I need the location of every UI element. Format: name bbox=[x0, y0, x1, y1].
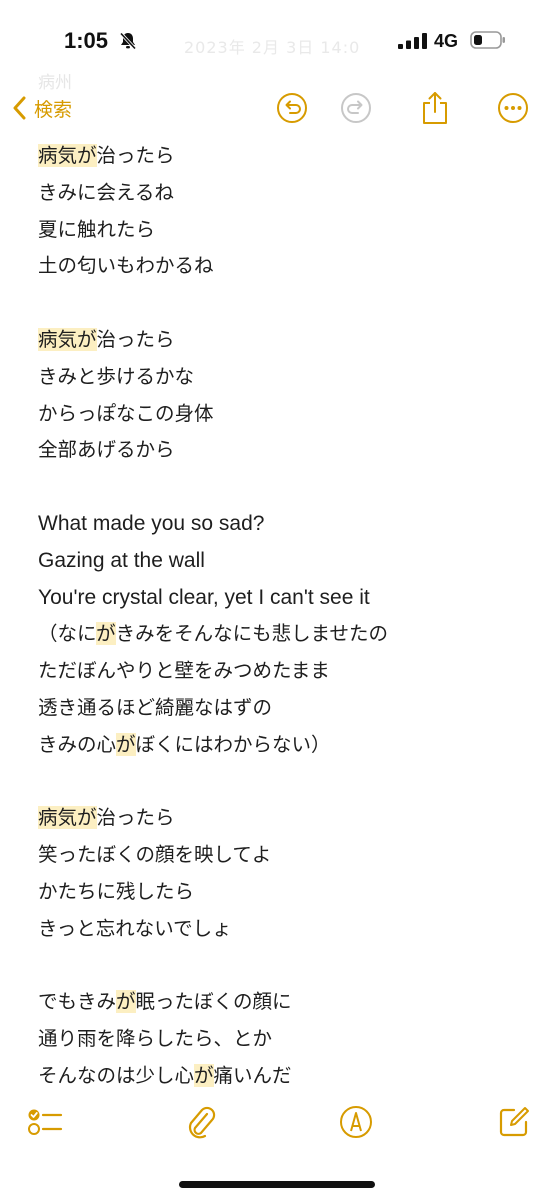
compose-button[interactable] bbox=[494, 1102, 534, 1142]
note-text: からっぽなこの身体 bbox=[38, 401, 214, 425]
note-line: 笑ったぼくの顔を映してよ bbox=[38, 837, 518, 874]
search-highlight: が bbox=[116, 732, 136, 756]
more-icon bbox=[498, 93, 528, 123]
note-line: でもきみが眠ったぼくの顔に bbox=[38, 984, 518, 1021]
back-button[interactable]: 検索 bbox=[12, 92, 72, 124]
share-button[interactable] bbox=[415, 88, 455, 128]
bell-slash-icon bbox=[119, 32, 137, 50]
checklist-button[interactable] bbox=[25, 1102, 65, 1142]
markup-button[interactable] bbox=[336, 1102, 376, 1142]
search-highlight: 病気が bbox=[38, 144, 97, 167]
note-line: 夏に触れたら bbox=[38, 212, 518, 249]
note-blank-line bbox=[38, 469, 518, 506]
note-text: 治ったら bbox=[96, 144, 175, 167]
status-bar: 2023年 2月 3日 14:0 病州 1:05 4G bbox=[0, 0, 554, 93]
note-text: きっと忘れないでしょ bbox=[38, 916, 232, 940]
note-line: きっと忘れないでしょ bbox=[38, 911, 518, 948]
note-line: What made you so sad? bbox=[38, 506, 518, 543]
note-text: ただぼんやりと壁をみつめたまま bbox=[38, 659, 330, 683]
undo-button[interactable] bbox=[272, 88, 312, 128]
note-text: きみと歩けるかな bbox=[38, 364, 195, 388]
paperclip-icon bbox=[188, 1106, 216, 1139]
note-text: 透き通るほど綺麗なはずの bbox=[38, 695, 273, 719]
undo-icon bbox=[277, 93, 307, 123]
search-highlight: が bbox=[194, 1063, 214, 1087]
home-indicator[interactable] bbox=[179, 1181, 375, 1188]
note-text: 通り雨を降らしたら、とか bbox=[38, 1027, 273, 1051]
search-highlight: が bbox=[96, 622, 116, 646]
note-line: からっぽなこの身体 bbox=[38, 396, 518, 433]
note-line: 土の匂いもわかるね bbox=[38, 248, 518, 285]
note-line: きみの心がぼくにはわからない） bbox=[38, 727, 518, 764]
note-text: きみに会えるね bbox=[38, 180, 174, 204]
share-icon bbox=[423, 92, 447, 124]
note-line: 病気が治ったら bbox=[38, 138, 518, 175]
note-text: Gazing at the wall bbox=[38, 548, 205, 572]
note-text: 全部あげるから bbox=[38, 438, 175, 462]
redo-icon bbox=[341, 93, 371, 123]
note-text: 夏に触れたら bbox=[38, 217, 156, 241]
note-text: かたちに残したら bbox=[38, 879, 195, 903]
note-text: きみをそんなにも悲しませたの bbox=[115, 622, 389, 646]
status-time: 1:05 bbox=[64, 28, 109, 53]
chevron-left-icon bbox=[13, 96, 26, 120]
note-text: （なに bbox=[38, 622, 97, 646]
note-line: そんなのは少し心が痛いんだ bbox=[38, 1058, 518, 1095]
redo-button[interactable] bbox=[336, 88, 376, 128]
bottom-toolbar bbox=[0, 1098, 554, 1148]
note-text: 笑ったぼくの顔を映してよ bbox=[38, 843, 272, 867]
note-line: きみと歩けるかな bbox=[38, 359, 518, 396]
note-blank-line bbox=[38, 948, 518, 985]
navigation-bar: 検索 bbox=[0, 86, 554, 132]
note-text: 痛いんだ bbox=[213, 1063, 292, 1087]
note-line: 通り雨を降らしたら、とか bbox=[38, 1021, 518, 1058]
attachment-button[interactable] bbox=[181, 1102, 221, 1142]
faint-date-ghost: 2023年 2月 3日 14:0 bbox=[184, 38, 361, 57]
note-text: What made you so sad? bbox=[38, 511, 265, 535]
note-line: （なにがきみをそんなにも悲しませたの bbox=[38, 616, 518, 653]
note-text: ぼくにはわからない） bbox=[135, 732, 331, 756]
search-highlight: 病気が bbox=[38, 806, 97, 830]
network-type: 4G bbox=[434, 31, 459, 51]
cellular-signal-icon bbox=[398, 33, 427, 49]
note-blank-line bbox=[38, 764, 518, 801]
note-line: Gazing at the wall bbox=[38, 543, 518, 580]
note-line: 病気が治ったら bbox=[38, 800, 518, 837]
note-text: そんなのは少し心 bbox=[38, 1063, 195, 1087]
note-text: でもきみ bbox=[38, 990, 117, 1014]
back-label: 検索 bbox=[34, 98, 73, 121]
note-line: きみに会えるね bbox=[38, 175, 518, 212]
search-highlight: 病気が bbox=[38, 327, 97, 351]
checklist-icon bbox=[28, 1109, 63, 1135]
markup-pen-icon bbox=[340, 1106, 372, 1138]
note-blank-line bbox=[38, 285, 518, 322]
note-text: きみの心 bbox=[38, 732, 117, 756]
more-button[interactable] bbox=[493, 88, 533, 128]
note-line: 病気が治ったら bbox=[38, 322, 518, 359]
note-line: You're crystal clear, yet I can't see it bbox=[38, 580, 518, 617]
note-text: You're crystal clear, yet I can't see it bbox=[38, 585, 370, 609]
note-text: 土の匂いもわかるね bbox=[38, 254, 214, 278]
note-text: 眠ったぼくの顔に bbox=[135, 990, 292, 1014]
note-line: 全部あげるから bbox=[38, 432, 518, 469]
note-line: かたちに残したら bbox=[38, 874, 518, 911]
note-text: 治ったら bbox=[96, 327, 175, 351]
note-text: 治ったら bbox=[96, 806, 175, 830]
note-line: 透き通るほど綺麗なはずの bbox=[38, 690, 518, 727]
search-highlight: が bbox=[116, 990, 136, 1014]
note-line: ただぼんやりと壁をみつめたまま bbox=[38, 653, 518, 690]
compose-icon bbox=[499, 1107, 529, 1137]
battery-icon bbox=[470, 31, 505, 49]
note-body[interactable]: 病気が治ったら きみに会えるね 夏に触れたら 土の匂いもわかるね 病気が治ったら きみと歩… bbox=[38, 138, 518, 1095]
